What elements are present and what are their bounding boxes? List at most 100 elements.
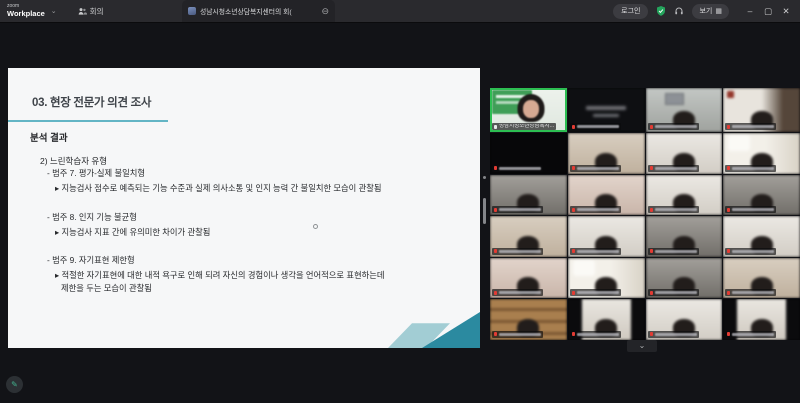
participant-name-bar: 성남시청소년상담복지...: [492, 123, 556, 130]
video-tile[interactable]: 성남시청소년상담복지...: [490, 88, 567, 132]
video-tile[interactable]: [490, 258, 567, 299]
mic-muted-icon: [494, 166, 497, 170]
pencil-icon: ✎: [11, 381, 18, 389]
participant-name-bar: [725, 165, 776, 172]
maximize-button[interactable]: ▢: [759, 0, 777, 22]
category-detail: ▸ 지능검사 점수로 예측되는 기능 수준과 실제 의사소통 및 인지 능력 간…: [47, 182, 466, 195]
chevron-down-icon: ⌄: [639, 342, 646, 350]
mic-muted-icon: [572, 166, 575, 170]
video-tile[interactable]: [646, 258, 723, 299]
blurred-participant-name: [499, 333, 541, 336]
participant-name-bar: [570, 206, 621, 213]
video-tile[interactable]: [646, 175, 723, 216]
audio-settings-icon[interactable]: [674, 6, 684, 16]
participant-name-bar: [492, 289, 543, 296]
blurred-participant-name: [499, 167, 541, 170]
panel-divider-handle[interactable]: [483, 198, 486, 224]
category-label: - 범주 9. 자기표현 제한형: [47, 255, 466, 266]
mic-muted-icon: [572, 125, 575, 129]
blurred-participant-name: [577, 333, 619, 336]
panel-divider-dot: [483, 176, 486, 179]
participant-name-bar: [648, 165, 699, 172]
window-controls: – ▢ ✕: [741, 0, 795, 22]
participant-name-bar: [492, 331, 543, 338]
participant-name-bar: [492, 165, 543, 172]
slide-item: - 범주 8. 인지 기능 불균형▸ 지능검사 지표 간에 유의미한 차이가 관…: [47, 212, 466, 239]
video-tile[interactable]: [568, 88, 645, 132]
video-tile[interactable]: [723, 299, 800, 340]
zoom-workplace-window: zoom Workplace ⌄ 회의 성남시청소년상담복지센터의 회( ⊖ 로…: [0, 0, 800, 403]
video-tile[interactable]: [723, 88, 800, 132]
blurred-participant-name: [732, 208, 774, 211]
mic-on-icon: [494, 125, 497, 129]
video-tile[interactable]: [490, 133, 567, 174]
slide-items: - 범주 7. 평가-실제 불일치형▸ 지능검사 점수로 예측되는 기능 수준과…: [47, 168, 466, 311]
title-bar: zoom Workplace ⌄ 회의 성남시청소년상담복지센터의 회( ⊖ 로…: [0, 0, 800, 22]
blurred-participant-name: [655, 125, 697, 128]
blurred-participant-name: [577, 125, 619, 128]
participant-name-bar: [570, 248, 621, 255]
video-tile[interactable]: [568, 299, 645, 340]
mic-muted-icon: [727, 208, 730, 212]
chevron-down-icon[interactable]: ⌄: [51, 7, 57, 15]
mic-muted-icon: [650, 332, 653, 336]
login-button[interactable]: 로그인: [613, 4, 648, 19]
participant-name-bar: [570, 289, 621, 296]
participant-name: 성남시청소년상담복지...: [499, 124, 554, 130]
blurred-participant-name: [655, 291, 697, 294]
mic-muted-icon: [572, 208, 575, 212]
nav-meeting-label: 회의: [90, 6, 104, 17]
video-tile[interactable]: [723, 216, 800, 257]
view-button[interactable]: 보기 ▦: [692, 4, 729, 19]
blurred-participant-name: [732, 250, 774, 253]
section-heading: 분석 결과: [30, 130, 68, 144]
tab-dismiss-icon[interactable]: ⊖: [321, 7, 329, 16]
video-tile[interactable]: [490, 216, 567, 257]
nav-meeting[interactable]: 회의: [78, 6, 104, 17]
mic-muted-icon: [727, 249, 730, 253]
blurred-participant-name: [732, 125, 774, 128]
video-tile[interactable]: [568, 258, 645, 299]
zoom-workplace-logo[interactable]: zoom Workplace ⌄: [0, 4, 62, 18]
annotate-button[interactable]: ✎: [6, 376, 23, 393]
minimize-button[interactable]: –: [741, 0, 759, 22]
video-tile[interactable]: [723, 258, 800, 299]
video-tile[interactable]: [646, 88, 723, 132]
video-tile[interactable]: [646, 216, 723, 257]
participant-name-bar: [570, 331, 621, 338]
video-grid: 성남시청소년상담복지...: [490, 88, 800, 340]
participant-name-bar: [648, 248, 699, 255]
gallery-collapse-button[interactable]: ⌄: [627, 340, 657, 352]
close-button[interactable]: ✕: [777, 0, 795, 22]
category-detail: ▸ 적절한 자기표현에 대한 내적 욕구로 인해 되려 자신의 경험이나 생각을…: [47, 269, 466, 282]
video-tile[interactable]: [646, 299, 723, 340]
video-tile[interactable]: [723, 175, 800, 216]
mic-muted-icon: [727, 166, 730, 170]
video-tile[interactable]: [646, 133, 723, 174]
mic-muted-icon: [494, 291, 497, 295]
video-tile[interactable]: [723, 133, 800, 174]
logo-workplace: Workplace: [7, 10, 45, 18]
grid-view-icon: ▦: [715, 8, 722, 15]
video-tile[interactable]: [568, 133, 645, 174]
participant-name-bar: [725, 123, 776, 130]
blurred-participant-name: [577, 208, 619, 211]
security-shield-icon[interactable]: [656, 6, 666, 16]
participant-name-bar: [648, 331, 699, 338]
video-tile[interactable]: [568, 216, 645, 257]
mic-muted-icon: [650, 125, 653, 129]
mic-muted-icon: [727, 291, 730, 295]
mic-muted-icon: [494, 332, 497, 336]
video-tile[interactable]: [568, 175, 645, 216]
mic-muted-icon: [572, 249, 575, 253]
video-tile[interactable]: [490, 175, 567, 216]
speaker-face: [523, 100, 539, 118]
people-icon: [78, 7, 87, 16]
mic-muted-icon: [650, 166, 653, 170]
shared-screen-slide: 03. 현장 전문가 의견 조사 분석 결과 2) 느린학습자 유형 - 범주 …: [8, 68, 480, 348]
tab-meeting[interactable]: 성남시청소년상담복지센터의 회( ⊖: [182, 0, 335, 22]
mic-muted-icon: [650, 291, 653, 295]
titlebar-right: 로그인 보기 ▦ – ▢ ✕: [613, 0, 800, 22]
video-tile[interactable]: [490, 299, 567, 340]
participant-name-bar: [725, 331, 776, 338]
